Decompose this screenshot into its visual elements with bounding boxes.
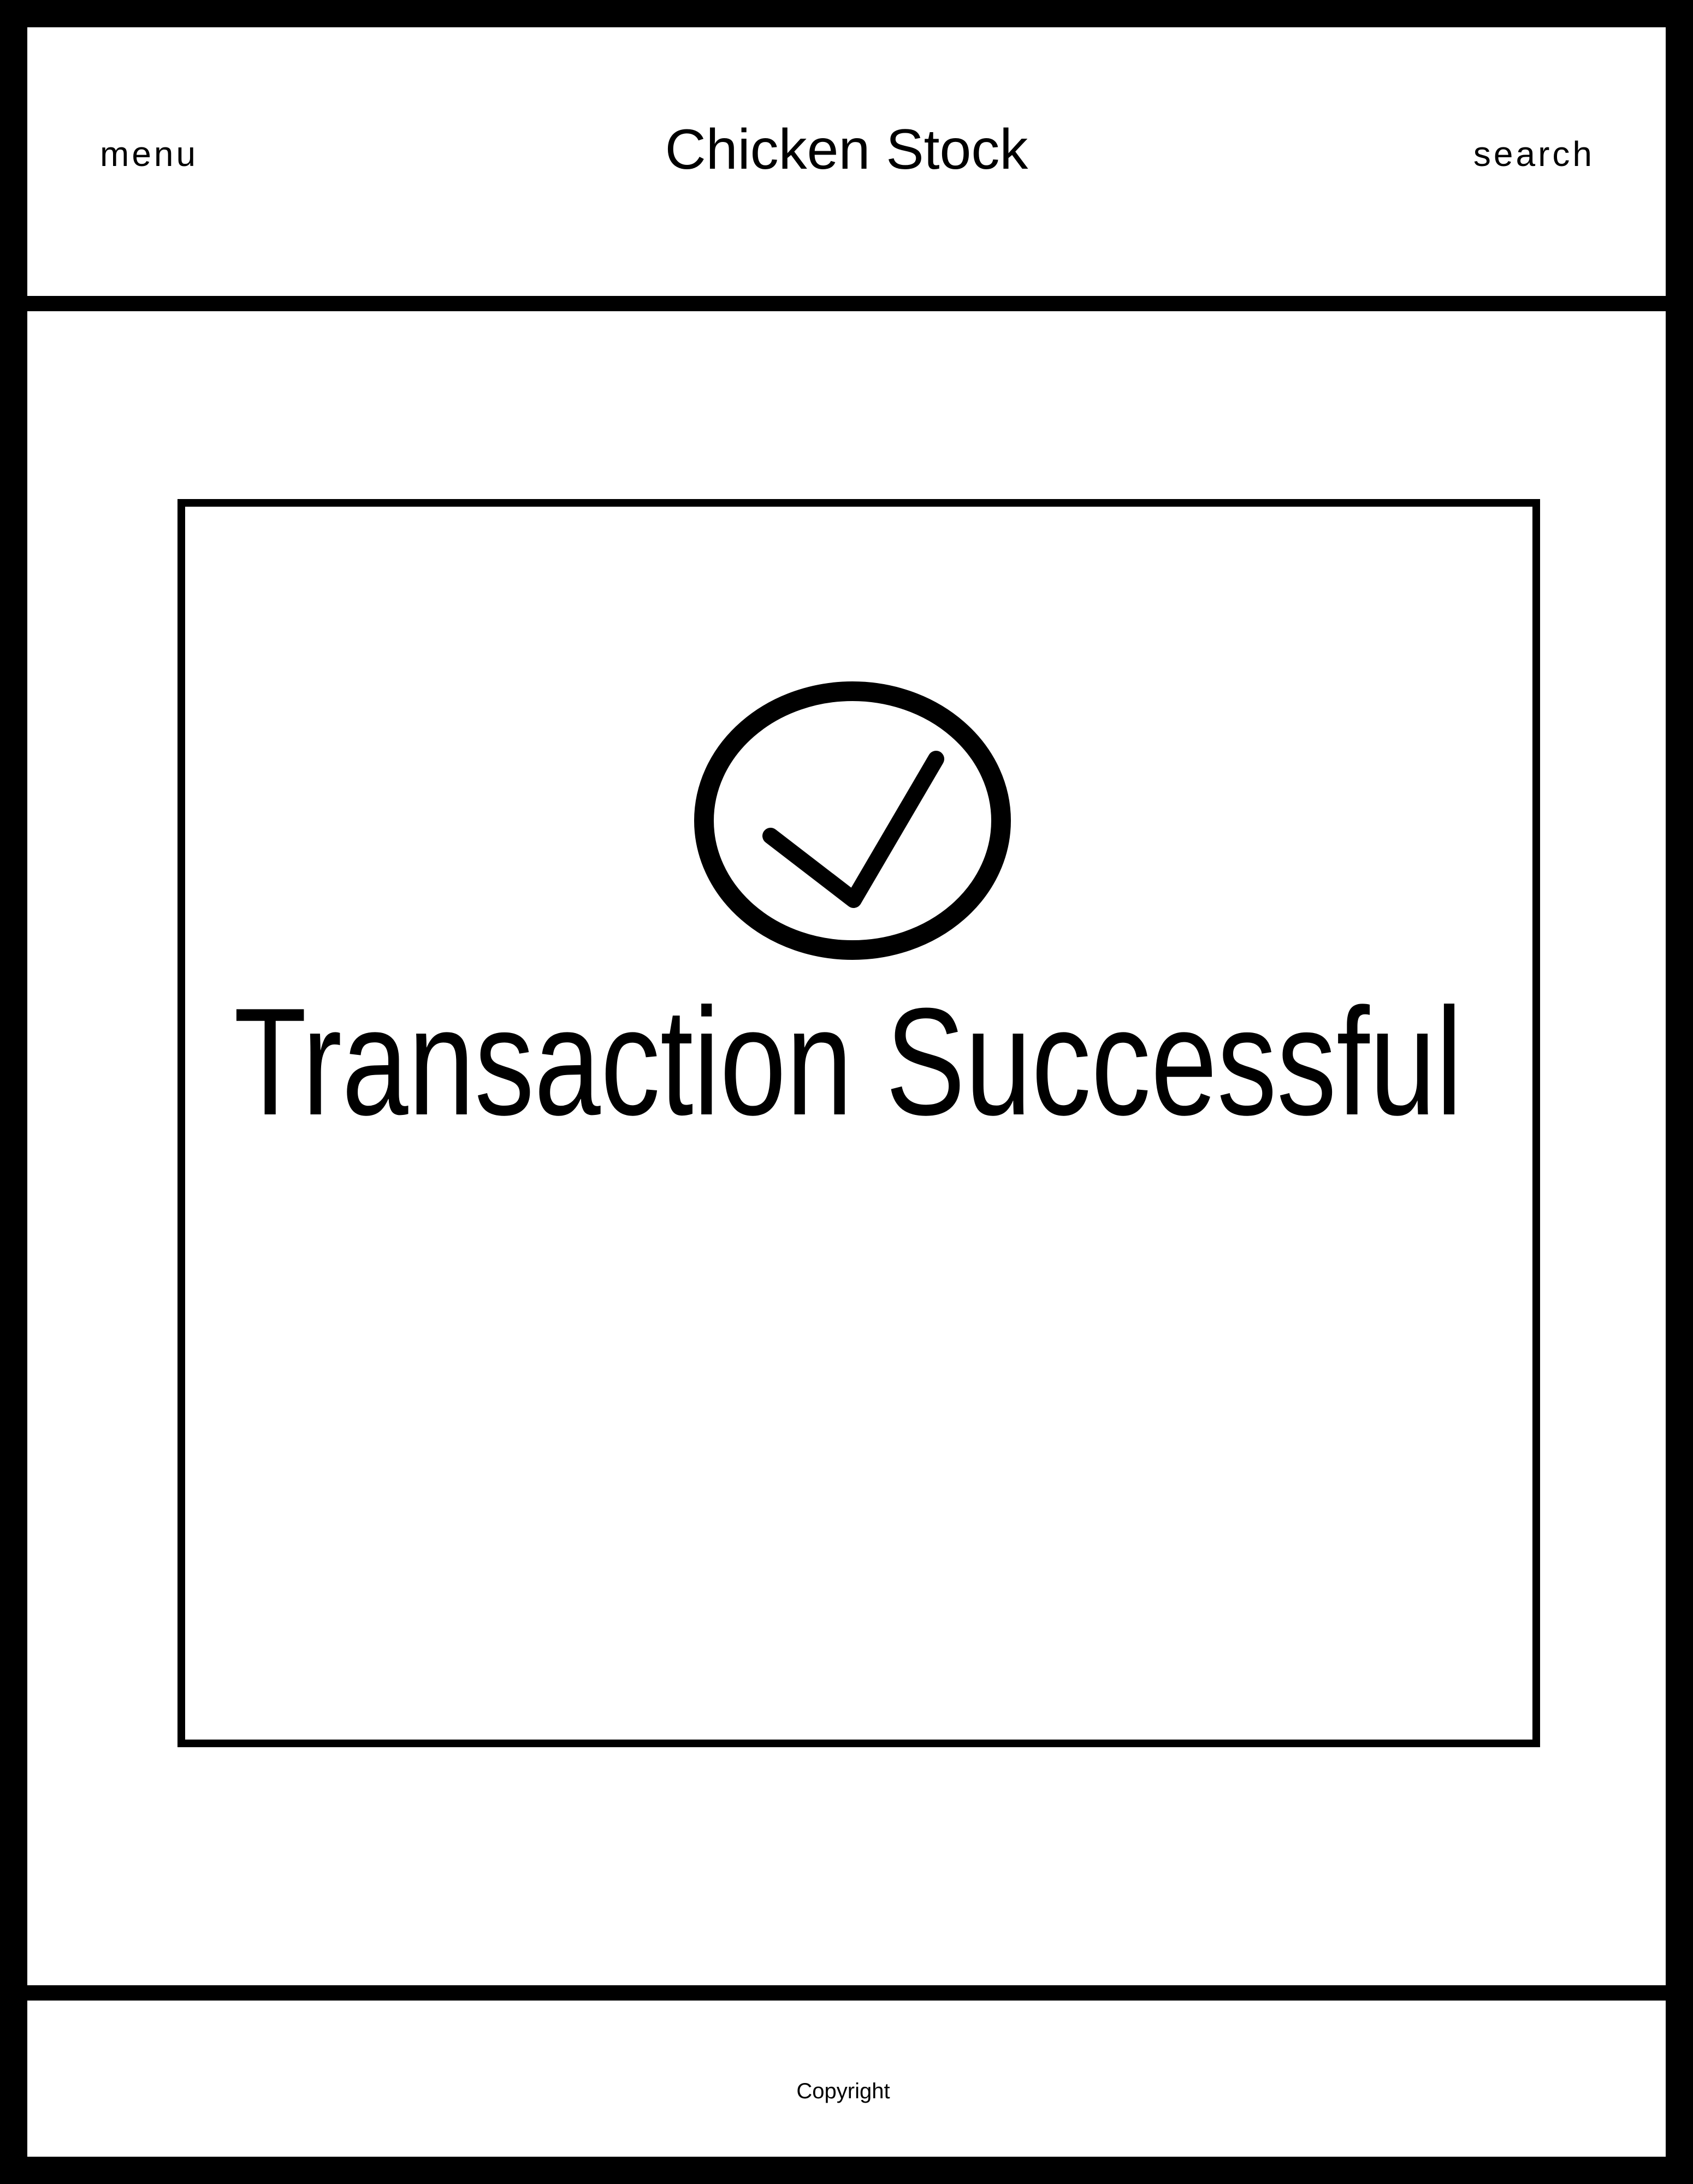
checkmark-circle-icon [694, 681, 1011, 960]
page-title: Chicken Stock [665, 118, 1028, 181]
search-button[interactable]: search [1473, 136, 1595, 171]
header-divider [27, 296, 1666, 311]
footer-divider [27, 1985, 1666, 2001]
transaction-status-message: Transaction Successful [234, 977, 1463, 1147]
footer [27, 2001, 1666, 2157]
copyright-text: Copyright [796, 2079, 890, 2103]
